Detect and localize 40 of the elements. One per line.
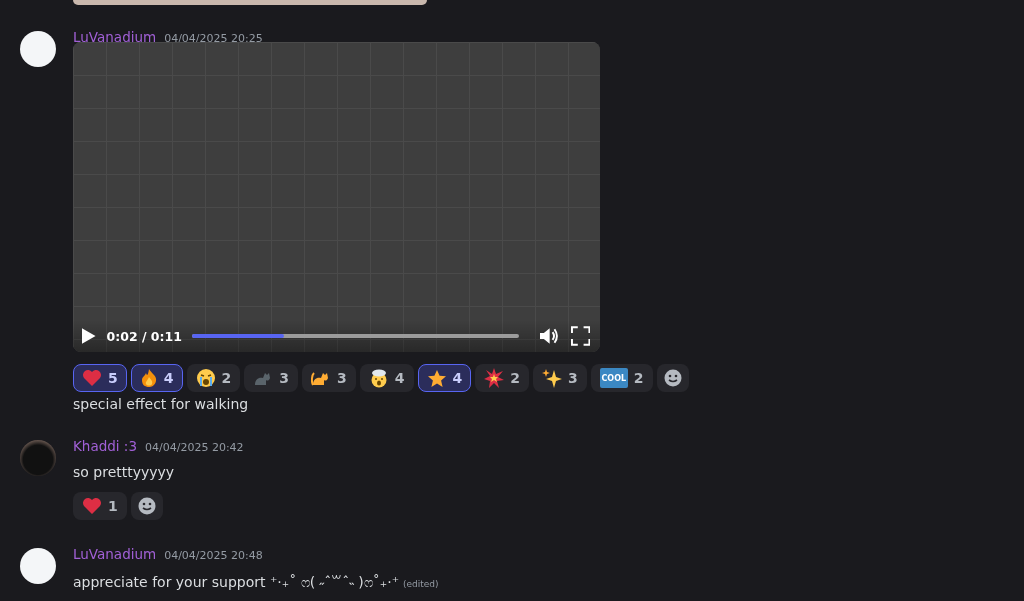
play-icon[interactable]	[81, 327, 97, 345]
edited-label: (edited)	[403, 579, 439, 589]
heart-icon	[82, 497, 102, 515]
flame-icon	[139, 368, 158, 388]
explosion-icon	[484, 368, 505, 388]
cat-icon	[311, 369, 331, 387]
reaction-button[interactable]: 2	[475, 364, 529, 392]
reaction-button[interactable]: 3	[244, 364, 298, 392]
username[interactable]: LuVanadium	[73, 546, 157, 562]
timestamp: 04/04/2025 20:42	[145, 441, 244, 454]
reaction-button[interactable]: 2	[186, 364, 241, 392]
message-text: so pretttyyyyy	[73, 464, 176, 480]
username[interactable]: LuVanadium	[73, 29, 157, 45]
sparkles-icon	[542, 368, 562, 388]
timestamp: 04/04/2025 20:25	[164, 32, 263, 45]
timestamp: 04/04/2025 20:48	[164, 549, 263, 562]
smile-icon	[663, 369, 682, 387]
reaction-button[interactable]: COOL 2	[590, 364, 653, 392]
username[interactable]: Khaddi :3	[73, 438, 137, 454]
heart-icon	[82, 369, 102, 387]
message-text: appreciate for your support ⁺‧₊˚ ෆ( ˶ˆ꒳ˆ˵ )ෆ˚₊‧⁺ (edited)	[73, 573, 439, 591]
star-icon	[426, 368, 447, 388]
add-reaction-button[interactable]	[656, 364, 689, 392]
reaction-button[interactable]: 5	[73, 364, 127, 392]
smile-icon	[137, 497, 156, 515]
reaction-button[interactable]: 4	[130, 364, 183, 392]
avatar[interactable]	[20, 548, 56, 584]
add-reaction-button[interactable]	[130, 492, 163, 520]
volume-icon[interactable]	[539, 326, 561, 346]
video-time: 0:02 / 0:11	[106, 328, 182, 344]
cool-icon: COOL	[599, 368, 628, 388]
reaction-button[interactable]: 1	[73, 492, 127, 520]
crying-face-icon	[195, 368, 216, 388]
message-text: special effect for walking	[73, 396, 250, 412]
reaction-button[interactable]: 4	[359, 364, 414, 392]
avatar[interactable]	[20, 31, 56, 67]
reaction-button[interactable]: 3	[533, 364, 587, 392]
reaction-button[interactable]: 4	[417, 364, 472, 392]
reaction-button[interactable]: 3	[302, 364, 356, 392]
fullscreen-icon[interactable]	[570, 326, 590, 346]
